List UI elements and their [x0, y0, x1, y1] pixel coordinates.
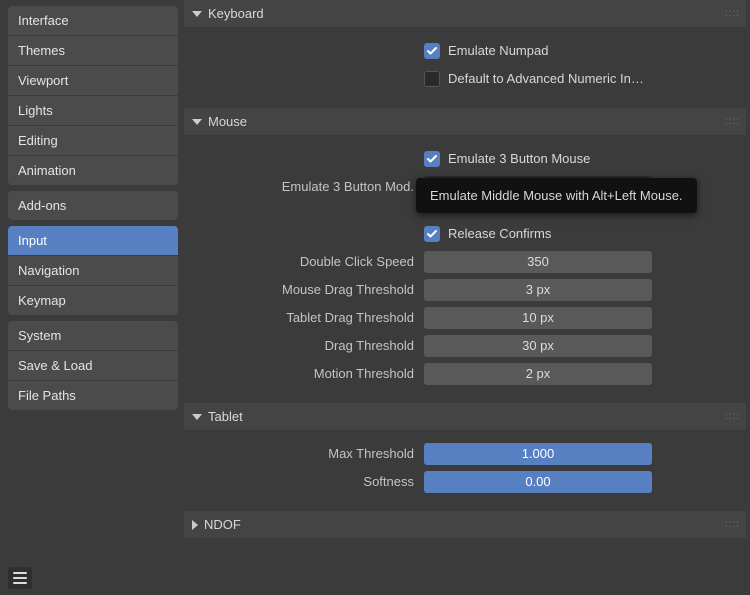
- checkbox-label: Release Confirms: [448, 226, 551, 241]
- max-threshold-slider[interactable]: 1.000: [424, 443, 652, 465]
- checkbox-label: Emulate Numpad: [448, 43, 548, 58]
- sidebar-group-addons: Add-ons: [8, 191, 178, 220]
- field-label: Mouse Drag Threshold: [184, 282, 424, 297]
- mouse-drag-threshold-field[interactable]: 3 px: [424, 279, 652, 301]
- preferences-sidebar: Interface Themes Viewport Lights Editing…: [0, 0, 184, 595]
- sidebar-item-system[interactable]: System: [8, 321, 178, 351]
- slider-value: 0.00: [424, 471, 652, 493]
- sidebar-item-lights[interactable]: Lights: [8, 96, 178, 126]
- field-label: Emulate 3 Button Mod.: [184, 179, 424, 194]
- grip-icon: ::::: [725, 8, 740, 19]
- checkbox-emulate-3-button-mouse[interactable]: [424, 151, 440, 167]
- disclosure-down-icon: [192, 11, 202, 17]
- field-label: Drag Threshold: [184, 338, 424, 353]
- field-label: Motion Threshold: [184, 366, 424, 381]
- grip-icon: ::::: [725, 116, 740, 127]
- section-header-keyboard[interactable]: Keyboard ::::: [184, 0, 746, 28]
- sidebar-group-system: System Save & Load File Paths: [8, 321, 178, 410]
- checkbox-label: Default to Advanced Numeric In…: [448, 71, 644, 86]
- sidebar-item-addons[interactable]: Add-ons: [8, 191, 178, 220]
- field-label: Max Threshold: [184, 446, 424, 461]
- hamburger-menu-icon[interactable]: [8, 567, 32, 589]
- field-label: Tablet Drag Threshold: [184, 310, 424, 325]
- section-title: Mouse: [208, 114, 247, 129]
- section-header-ndof[interactable]: NDOF ::::: [184, 511, 746, 539]
- motion-threshold-field[interactable]: 2 px: [424, 363, 652, 385]
- sidebar-item-navigation[interactable]: Navigation: [8, 256, 178, 286]
- sidebar-group-general: Interface Themes Viewport Lights Editing…: [8, 6, 178, 185]
- sidebar-item-editing[interactable]: Editing: [8, 126, 178, 156]
- field-label: Softness: [184, 474, 424, 489]
- section-title: Tablet: [208, 409, 243, 424]
- sidebar-item-file-paths[interactable]: File Paths: [8, 381, 178, 410]
- disclosure-right-icon: [192, 520, 198, 530]
- section-title: Keyboard: [208, 6, 264, 21]
- sidebar-group-input: Input Navigation Keymap: [8, 226, 178, 315]
- field-label: Double Click Speed: [184, 254, 424, 269]
- sidebar-item-save-load[interactable]: Save & Load: [8, 351, 178, 381]
- checkbox-default-advanced-numeric[interactable]: [424, 71, 440, 87]
- section-title: NDOF: [204, 517, 241, 532]
- sidebar-item-keymap[interactable]: Keymap: [8, 286, 178, 315]
- double-click-speed-field[interactable]: 350: [424, 251, 652, 273]
- emulate-3-button-mode-dropdown[interactable]: [424, 176, 652, 198]
- softness-slider[interactable]: 0.00: [424, 471, 652, 493]
- sidebar-item-themes[interactable]: Themes: [8, 36, 178, 66]
- tablet-drag-threshold-field[interactable]: 10 px: [424, 307, 652, 329]
- sidebar-item-viewport[interactable]: Viewport: [8, 66, 178, 96]
- slider-value: 1.000: [424, 443, 652, 465]
- preferences-main-panel: Keyboard :::: Emulate Numpad Default to …: [184, 0, 750, 595]
- grip-icon: ::::: [725, 411, 740, 422]
- checkbox-label: Emulate 3 Button Mouse: [448, 151, 590, 166]
- section-header-mouse[interactable]: Mouse ::::: [184, 108, 746, 136]
- disclosure-down-icon: [192, 414, 202, 420]
- drag-threshold-field[interactable]: 30 px: [424, 335, 652, 357]
- sidebar-item-interface[interactable]: Interface: [8, 6, 178, 36]
- disclosure-down-icon: [192, 119, 202, 125]
- sidebar-item-input[interactable]: Input: [8, 226, 178, 256]
- grip-icon: ::::: [725, 519, 740, 530]
- checkbox-emulate-numpad[interactable]: [424, 43, 440, 59]
- section-body-mouse: Emulate 3 Button Mouse Emulate 3 Button …: [184, 136, 746, 403]
- sidebar-item-animation[interactable]: Animation: [8, 156, 178, 185]
- section-body-tablet: Max Threshold 1.000 Softness 0.00: [184, 431, 746, 511]
- section-body-keyboard: Emulate Numpad Default to Advanced Numer…: [184, 28, 746, 108]
- section-header-tablet[interactable]: Tablet ::::: [184, 403, 746, 431]
- checkbox-release-confirms[interactable]: [424, 226, 440, 242]
